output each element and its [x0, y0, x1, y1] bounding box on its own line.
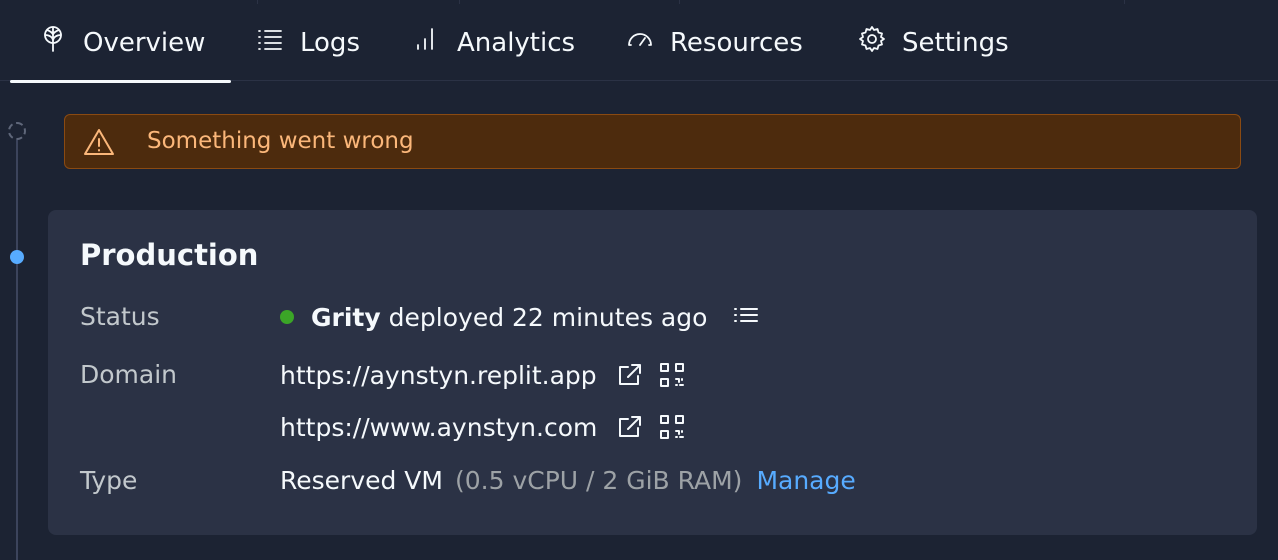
external-link-icon[interactable]: [615, 412, 645, 442]
vm-type: Reserved VM: [280, 466, 443, 495]
deployment-tree-icon: [39, 25, 67, 60]
status-dot: [280, 310, 294, 324]
production-title: Production: [80, 238, 259, 272]
view-logs-icon[interactable]: [731, 302, 761, 332]
domain-link-2[interactable]: https://www.aynstyn.com: [280, 413, 597, 442]
external-link-icon[interactable]: [615, 360, 645, 390]
list-icon: [256, 25, 284, 60]
domain-row-2: https://www.aynstyn.com: [280, 412, 687, 442]
status-text: deployed 22 minutes ago: [388, 302, 708, 332]
tab-overview-label: Overview: [83, 27, 206, 58]
tab-resources-label: Resources: [670, 27, 803, 58]
domain-link-1[interactable]: https://aynstyn.replit.app: [280, 361, 597, 390]
tab-analytics[interactable]: Analytics: [413, 4, 575, 81]
type-label: Type: [80, 466, 138, 495]
timeline-dashed-segment: [16, 140, 18, 250]
vm-spec: (0.5 vCPU / 2 GiB RAM): [454, 466, 743, 495]
qr-code-icon[interactable]: [657, 412, 687, 442]
tab-resources[interactable]: Resources: [626, 4, 803, 81]
manage-link[interactable]: Manage: [756, 466, 855, 495]
gear-icon: [858, 25, 886, 60]
tab-settings[interactable]: Settings: [858, 4, 1009, 81]
status-label: Status: [80, 302, 160, 331]
tab-overview[interactable]: Overview: [9, 4, 232, 83]
timeline-active-node: [10, 250, 24, 264]
qr-code-icon[interactable]: [657, 360, 687, 390]
alert-message: Something went wrong: [147, 128, 414, 154]
status-value: Grity deployed 22 minutes ago: [280, 302, 761, 332]
tab-bar: Overview Logs Analytics Resources Settin…: [0, 4, 1278, 83]
gauge-icon: [626, 25, 654, 60]
bar-chart-icon: [413, 25, 441, 60]
tab-logs[interactable]: Logs: [256, 4, 360, 81]
domain-label: Domain: [80, 360, 178, 389]
deployer-name: Grity: [311, 302, 381, 332]
timeline-pending-node: [8, 122, 26, 140]
error-alert: Something went wrong: [64, 114, 1241, 169]
production-card: Production Status Grity deployed 22 minu…: [48, 210, 1257, 535]
domain-row-1: https://aynstyn.replit.app: [280, 360, 687, 390]
tab-logs-label: Logs: [300, 27, 360, 58]
warning-triangle-icon: [83, 127, 115, 157]
tab-analytics-label: Analytics: [457, 27, 576, 58]
tab-settings-label: Settings: [902, 27, 1009, 58]
type-value: Reserved VM (0.5 vCPU / 2 GiB RAM) Manag…: [280, 466, 856, 495]
